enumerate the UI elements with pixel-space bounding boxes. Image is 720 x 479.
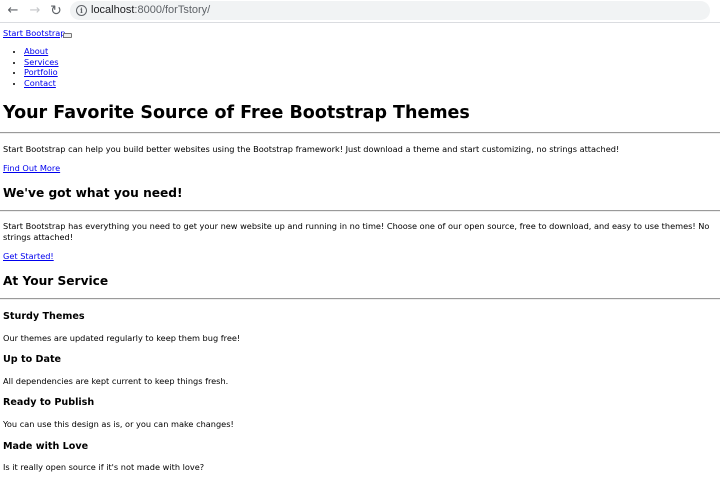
- url-text: localhost:8000/forTstory/: [91, 3, 210, 18]
- page-content: Start Bootstrap About Services Portfolio…: [0, 22, 720, 479]
- service-title: Up to Date: [3, 354, 62, 365]
- service-title: Made with Love: [3, 441, 89, 452]
- nav-link-contact[interactable]: Contact: [24, 78, 56, 88]
- nav-link-about[interactable]: About: [24, 46, 48, 56]
- about-divider: [0, 210, 720, 212]
- url-host: localhost: [91, 4, 135, 16]
- address-bar[interactable]: i localhost:8000/forTstory/: [70, 1, 710, 20]
- masthead-heading: Your Favorite Source of Free Bootstrap T…: [3, 103, 470, 123]
- nav-item-services: Services: [24, 57, 59, 68]
- about-text: Start Bootstrap has everything you need …: [3, 221, 710, 242]
- service-title: Ready to Publish: [3, 397, 95, 408]
- service-text: Our themes are updated regularly to keep…: [3, 333, 241, 343]
- service-text: You can use this design as is, or you ca…: [3, 419, 234, 429]
- services-divider: [0, 298, 720, 300]
- masthead-text: Start Bootstrap can help you build bette…: [3, 144, 620, 154]
- find-out-more-link[interactable]: Find Out More: [3, 163, 60, 174]
- service-text: All dependencies are kept current to kee…: [3, 376, 229, 386]
- get-started-link[interactable]: Get Started!: [3, 251, 54, 262]
- navbar-brand-link[interactable]: Start Bootstrap: [3, 28, 66, 39]
- nav-item-about: About: [24, 46, 59, 57]
- nav-link-services[interactable]: Services: [24, 57, 59, 67]
- reload-icon[interactable]: ↻: [48, 3, 64, 19]
- service-text: Is it really open source if it's not mad…: [3, 462, 205, 472]
- navbar-toggler-button[interactable]: [63, 33, 72, 38]
- nav-link-portfolio[interactable]: Portfolio: [24, 67, 58, 77]
- forward-arrow-icon[interactable]: →: [27, 3, 43, 19]
- nav-item-contact: Contact: [24, 78, 59, 89]
- info-icon[interactable]: i: [76, 5, 87, 16]
- masthead-divider: [0, 132, 720, 134]
- service-title: Sturdy Themes: [3, 311, 85, 322]
- nav-item-portfolio: Portfolio: [24, 67, 59, 78]
- nav-list: About Services Portfolio Contact: [0, 46, 59, 89]
- browser-toolbar: ← → ↻ i localhost:8000/forTstory/: [0, 0, 720, 23]
- services-heading: At Your Service: [3, 274, 109, 288]
- back-arrow-icon[interactable]: ←: [5, 3, 21, 19]
- about-heading: We've got what you need!: [3, 186, 183, 200]
- url-path: :8000/forTstory/: [134, 4, 211, 16]
